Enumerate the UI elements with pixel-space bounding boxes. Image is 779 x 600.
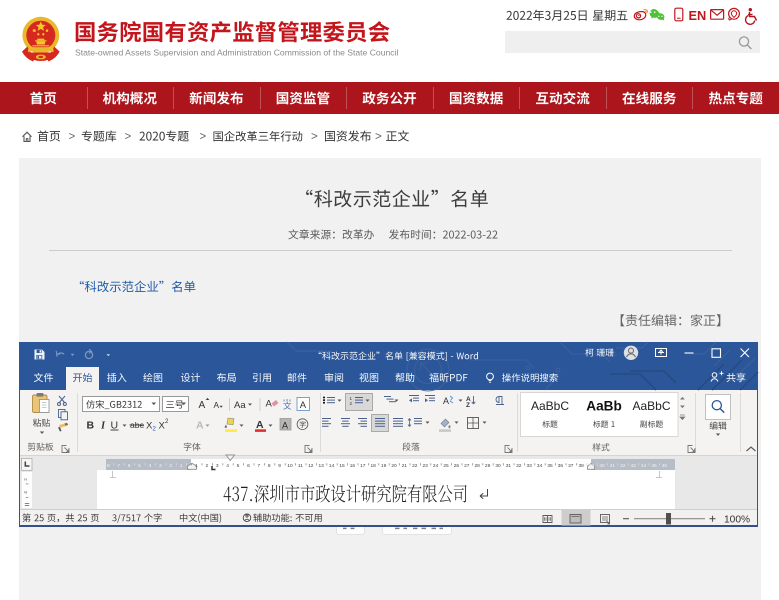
svg-text:A: A <box>300 400 307 411</box>
svg-text:>: > <box>311 131 318 143</box>
svg-text:4: 4 <box>23 491 28 494</box>
svg-text:4: 4 <box>226 463 229 469</box>
svg-text:A: A <box>199 400 206 411</box>
svg-text:B: B <box>87 420 95 432</box>
svg-text:37: 37 <box>568 463 574 469</box>
svg-text:5: 5 <box>237 463 240 469</box>
svg-text:5: 5 <box>138 463 141 469</box>
svg-text:27: 27 <box>464 463 470 469</box>
svg-text:43: 43 <box>631 463 637 469</box>
svg-text:A: A <box>443 396 449 406</box>
svg-text:A: A <box>266 399 273 410</box>
svg-text:14: 14 <box>329 463 335 469</box>
svg-text:13: 13 <box>319 463 325 469</box>
svg-text:7: 7 <box>117 463 120 469</box>
svg-text:2: 2 <box>205 463 208 469</box>
svg-text:AaBbC: AaBbC <box>632 399 670 413</box>
svg-text:18: 18 <box>371 463 377 469</box>
svg-text:1: 1 <box>180 463 183 469</box>
svg-text:33: 33 <box>527 463 533 469</box>
svg-text:A: A <box>282 420 288 430</box>
svg-text:31: 31 <box>506 463 512 469</box>
svg-text:19: 19 <box>381 463 387 469</box>
svg-text:41: 41 <box>610 463 616 469</box>
svg-text:8: 8 <box>107 463 110 469</box>
svg-text:>: > <box>69 131 76 143</box>
svg-text:44: 44 <box>641 463 647 469</box>
svg-text:2: 2 <box>23 478 28 481</box>
svg-text:36: 36 <box>558 463 564 469</box>
svg-text:AaBbC: AaBbC <box>531 399 569 413</box>
svg-text:11: 11 <box>298 463 303 469</box>
svg-text:46: 46 <box>662 463 668 469</box>
svg-text:7: 7 <box>257 463 260 469</box>
svg-text:EN: EN <box>689 8 707 23</box>
svg-text:>: > <box>200 131 207 143</box>
svg-text:39: 39 <box>589 463 595 469</box>
svg-text:9: 9 <box>278 463 281 469</box>
svg-text:45: 45 <box>651 463 657 469</box>
svg-text:A: A <box>214 400 220 410</box>
svg-text:State-owned Assets Supervision: State-owned Assets Supervision and Admin… <box>75 48 398 58</box>
svg-text:I: I <box>100 421 106 432</box>
svg-text:2: 2 <box>165 419 169 425</box>
svg-text:25: 25 <box>443 463 449 469</box>
svg-text:100%: 100% <box>724 514 750 525</box>
svg-text:16: 16 <box>350 463 356 469</box>
svg-text:38: 38 <box>579 463 585 469</box>
svg-text:40: 40 <box>599 463 605 469</box>
svg-text:6: 6 <box>247 463 250 469</box>
svg-text:42: 42 <box>620 463 626 469</box>
svg-text:23: 23 <box>423 463 429 469</box>
svg-text:30: 30 <box>495 463 501 469</box>
svg-text:6: 6 <box>128 463 131 469</box>
svg-text:35: 35 <box>547 463 553 469</box>
svg-text:2: 2 <box>169 463 172 469</box>
svg-text:A: A <box>196 420 204 432</box>
svg-text:>: > <box>375 131 382 143</box>
svg-text:29: 29 <box>485 463 491 469</box>
svg-text:1: 1 <box>195 463 198 469</box>
svg-text:20: 20 <box>391 463 397 469</box>
svg-text:Z: Z <box>466 402 470 409</box>
svg-text:3: 3 <box>159 463 162 469</box>
svg-text:22: 22 <box>412 463 418 469</box>
svg-text:12: 12 <box>308 463 314 469</box>
svg-text:8: 8 <box>268 463 271 469</box>
svg-text:>: > <box>125 131 132 143</box>
svg-text:AaBb: AaBb <box>586 399 622 414</box>
svg-text:2: 2 <box>153 427 157 433</box>
svg-text:Aa: Aa <box>234 400 246 411</box>
svg-text:A: A <box>256 419 264 431</box>
svg-text:32: 32 <box>516 463 522 469</box>
svg-text:3: 3 <box>216 463 219 469</box>
svg-text:28: 28 <box>475 463 481 469</box>
svg-text:17: 17 <box>360 463 366 469</box>
svg-text:34: 34 <box>537 463 543 469</box>
svg-text:24: 24 <box>433 463 439 469</box>
svg-text:10: 10 <box>287 463 293 469</box>
svg-text:26: 26 <box>454 463 460 469</box>
svg-text:4: 4 <box>149 463 152 469</box>
svg-text:21: 21 <box>402 463 408 469</box>
svg-text:15: 15 <box>339 463 345 469</box>
